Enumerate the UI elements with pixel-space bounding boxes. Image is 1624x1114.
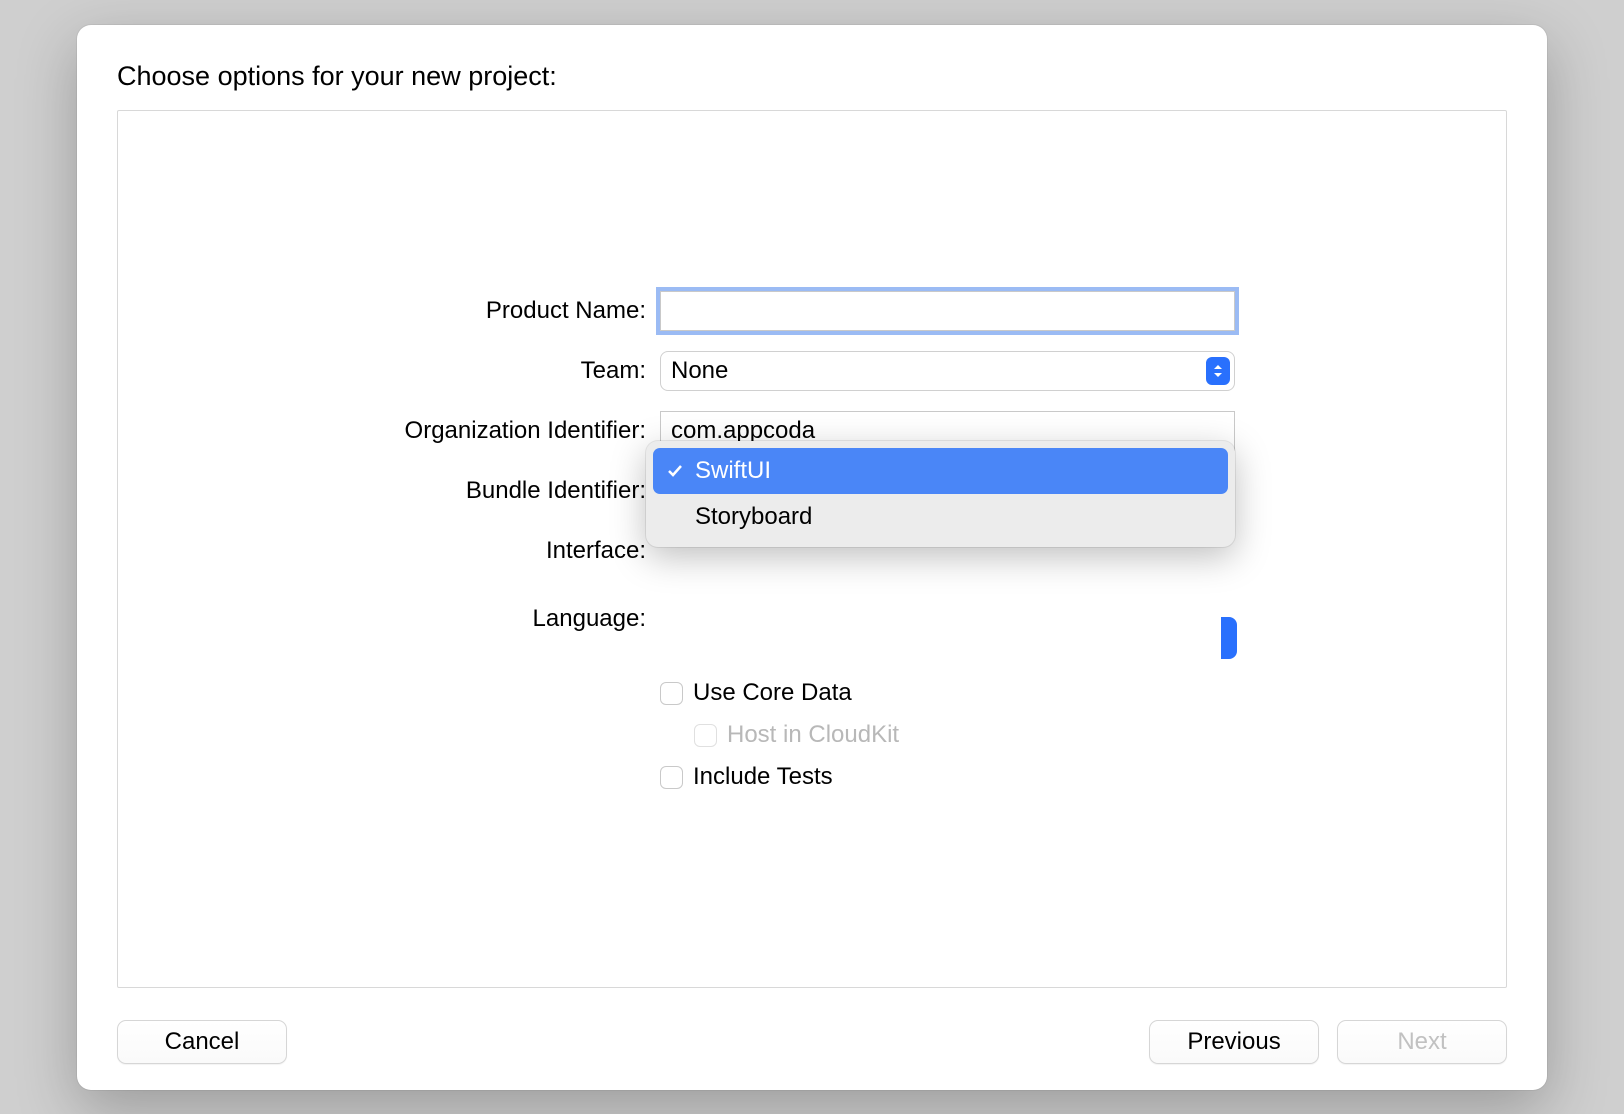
team-popup-value: None bbox=[671, 357, 728, 385]
label-team: Team: bbox=[118, 357, 646, 385]
previous-button[interactable]: Previous bbox=[1149, 1020, 1319, 1064]
label-interface: Interface: bbox=[118, 537, 646, 565]
checkbox-row-tests: Include Tests bbox=[660, 757, 1235, 797]
include-tests-checkbox[interactable] bbox=[660, 766, 683, 789]
product-name-field[interactable] bbox=[660, 291, 1235, 331]
row-language: Language: bbox=[118, 589, 1506, 649]
use-core-data-label: Use Core Data bbox=[693, 679, 852, 707]
row-product-name: Product Name: bbox=[118, 281, 1506, 341]
use-core-data-checkbox[interactable] bbox=[660, 682, 683, 705]
updown-icon bbox=[1206, 357, 1230, 385]
host-cloudkit-label: Host in CloudKit bbox=[727, 721, 899, 749]
label-language: Language: bbox=[118, 605, 646, 633]
label-product-name: Product Name: bbox=[118, 297, 646, 325]
row-team: Team: None bbox=[118, 341, 1506, 401]
checkbox-row-cloudkit: Host in CloudKit bbox=[694, 715, 1235, 755]
new-project-options-dialog: Choose options for your new project: Pro… bbox=[77, 25, 1547, 1090]
interface-menu-item-swiftui[interactable]: SwiftUI bbox=[653, 448, 1228, 494]
dialog-title: Choose options for your new project: bbox=[117, 61, 1507, 92]
label-org-identifier: Organization Identifier: bbox=[118, 417, 646, 445]
label-bundle-identifier: Bundle Identifier: bbox=[118, 477, 646, 505]
cancel-button[interactable]: Cancel bbox=[117, 1020, 287, 1064]
check-icon bbox=[665, 464, 685, 478]
host-cloudkit-checkbox bbox=[694, 724, 717, 747]
interface-menu-item-storyboard[interactable]: Storyboard bbox=[653, 494, 1228, 540]
interface-menu[interactable]: SwiftUI Storyboard bbox=[646, 441, 1235, 547]
content-frame: Product Name: Team: None bbox=[117, 110, 1507, 988]
row-checkboxes: Use Core Data Host in CloudKit Include T… bbox=[118, 673, 1506, 797]
checkbox-row-core-data: Use Core Data bbox=[660, 673, 1235, 713]
next-button: Next bbox=[1337, 1020, 1507, 1064]
menu-item-label: SwiftUI bbox=[695, 457, 771, 485]
dialog-button-row: Cancel Previous Next bbox=[117, 1020, 1507, 1064]
menu-item-label: Storyboard bbox=[695, 503, 812, 531]
team-popup[interactable]: None bbox=[660, 351, 1235, 391]
include-tests-label: Include Tests bbox=[693, 763, 833, 791]
language-popup-edge bbox=[1221, 617, 1237, 659]
